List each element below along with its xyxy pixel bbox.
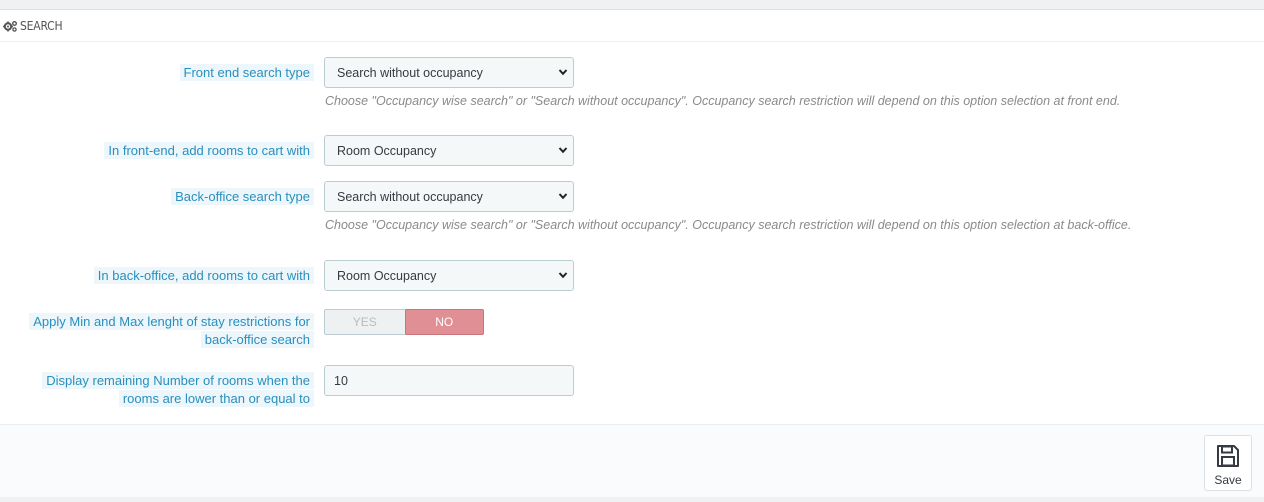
chevron-down-icon: [558, 69, 568, 76]
chevron-down-icon: [558, 147, 568, 154]
cogs-icon: [3, 20, 18, 32]
back-add-rooms-value: Room Occupancy: [337, 268, 437, 283]
toggle-no-option[interactable]: NO: [404, 309, 484, 335]
back-search-type-help: Choose "Occupancy wise search" or "Searc…: [325, 218, 1132, 232]
panel-title: Search: [20, 18, 63, 33]
remaining-rooms-input[interactable]: [324, 365, 574, 396]
front-search-type-label: Front end search type: [179, 64, 314, 82]
front-search-type-value: Search without occupancy: [337, 65, 483, 80]
save-button[interactable]: Save: [1204, 435, 1252, 491]
front-search-type-select[interactable]: Search without occupancy: [324, 57, 574, 88]
floppy-disk-icon: [1217, 445, 1239, 467]
panel-footer: Save: [0, 424, 1264, 497]
panel-heading: Search: [0, 10, 1264, 42]
save-label: Save: [1214, 473, 1242, 487]
back-add-rooms-label: In back-office, add rooms to cart with: [93, 267, 314, 285]
front-add-rooms-select[interactable]: Room Occupancy: [324, 135, 574, 166]
toggle-yes-option[interactable]: YES: [325, 310, 405, 334]
back-add-rooms-select[interactable]: Room Occupancy: [324, 260, 574, 291]
front-add-rooms-value: Room Occupancy: [337, 143, 437, 158]
remaining-rooms-label: Display remaining Number of rooms when t…: [42, 372, 314, 408]
back-search-type-label: Back-office search type: [171, 188, 314, 206]
chevron-down-icon: [558, 272, 568, 279]
stay-restrictions-toggle[interactable]: YES NO: [324, 309, 484, 335]
search-settings-panel: Search Front end search type Search with…: [0, 9, 1264, 497]
front-search-type-help: Choose "Occupancy wise search" or "Searc…: [325, 94, 1121, 108]
stay-restrictions-label: Apply Min and Max lenght of stay restric…: [29, 313, 314, 349]
back-search-type-value: Search without occupancy: [337, 189, 483, 204]
chevron-down-icon: [558, 193, 568, 200]
back-search-type-select[interactable]: Search without occupancy: [324, 181, 574, 212]
front-add-rooms-label: In front-end, add rooms to cart with: [104, 142, 314, 160]
